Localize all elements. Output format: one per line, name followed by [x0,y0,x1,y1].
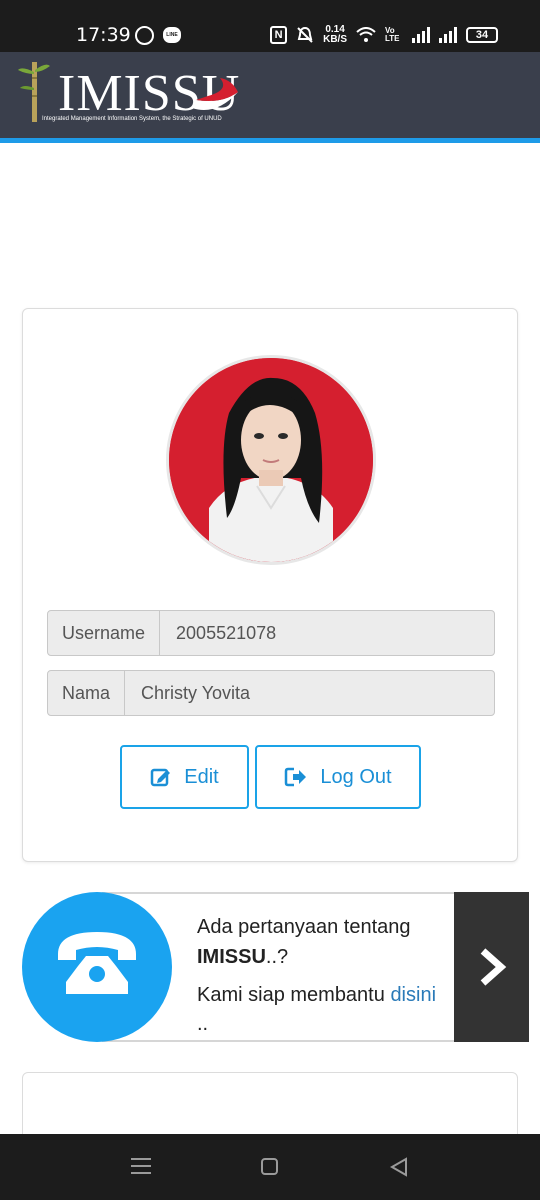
username-field: Username 2005521078 [47,610,495,656]
help-next-button[interactable] [454,892,529,1042]
line-app-icon: LINE [163,27,181,43]
network-speed: 0.14 KB/S [323,25,347,45]
logout-button[interactable]: Log Out [255,745,421,809]
help-trailing: .. [197,1013,209,1035]
status-time: 17:39 [76,24,131,46]
header-accent-line [0,138,540,143]
edit-icon [151,768,171,787]
nfc-icon: N [270,26,288,44]
home-icon[interactable] [261,1158,278,1175]
logo-tagline: Integrated Management Information System… [42,116,222,122]
flag-swoosh-icon [192,78,238,110]
status-icons: N 0.14 KB/S Vo LTE 34 [270,25,498,45]
status-bar: 17:39 LINE N 0.14 KB/S Vo LTE 34 [0,0,540,52]
signal-2-icon [439,27,457,43]
wifi-icon [356,27,376,42]
back-icon[interactable] [388,1156,410,1178]
name-label: Nama [48,671,126,715]
imissu-logo[interactable]: IMISSU Integrated Management Information… [18,58,239,128]
recent-apps-icon[interactable] [131,1158,151,1176]
battery-icon: 34 [466,27,498,43]
help-question-prefix: Ada pertanyaan tentang [197,916,411,938]
name-field: Nama Christy Yovita [47,670,495,716]
help-link[interactable]: disini [390,984,436,1006]
help-question-suffix: ..? [265,946,289,968]
username-value: 2005521078 [176,623,277,643]
help-question: Ada pertanyaan tentang IMISSU..? [197,912,467,972]
whatsapp-icon [135,26,154,45]
logout-icon [285,767,307,787]
mute-bell-icon [297,26,313,43]
logout-label: Log Out [320,765,392,788]
edit-button[interactable]: Edit [120,745,249,809]
name-value: Christy Yovita [141,683,251,703]
chevron-right-icon [480,948,506,986]
username-label: Username [48,611,161,655]
help-offer-text: Kami siap membantu [197,984,385,1006]
profile-avatar [166,355,376,565]
profile-card: Username 2005521078 Nama Christy Yovita … [22,308,518,862]
edit-label: Edit [184,765,219,788]
phone-icon [58,932,136,994]
profile-photo [169,358,373,562]
help-offer: Kami siap membantu disini [197,984,436,1007]
help-question-brand: IMISSU [197,946,266,968]
volte-label: Vo LTE [385,26,400,43]
network-speed-unit: KB/S [323,34,347,45]
signal-1-icon [412,27,430,43]
help-phone-circle [22,892,172,1042]
help-banner: Ada pertanyaan tentang IMISSU..? Kami si… [22,892,529,1042]
